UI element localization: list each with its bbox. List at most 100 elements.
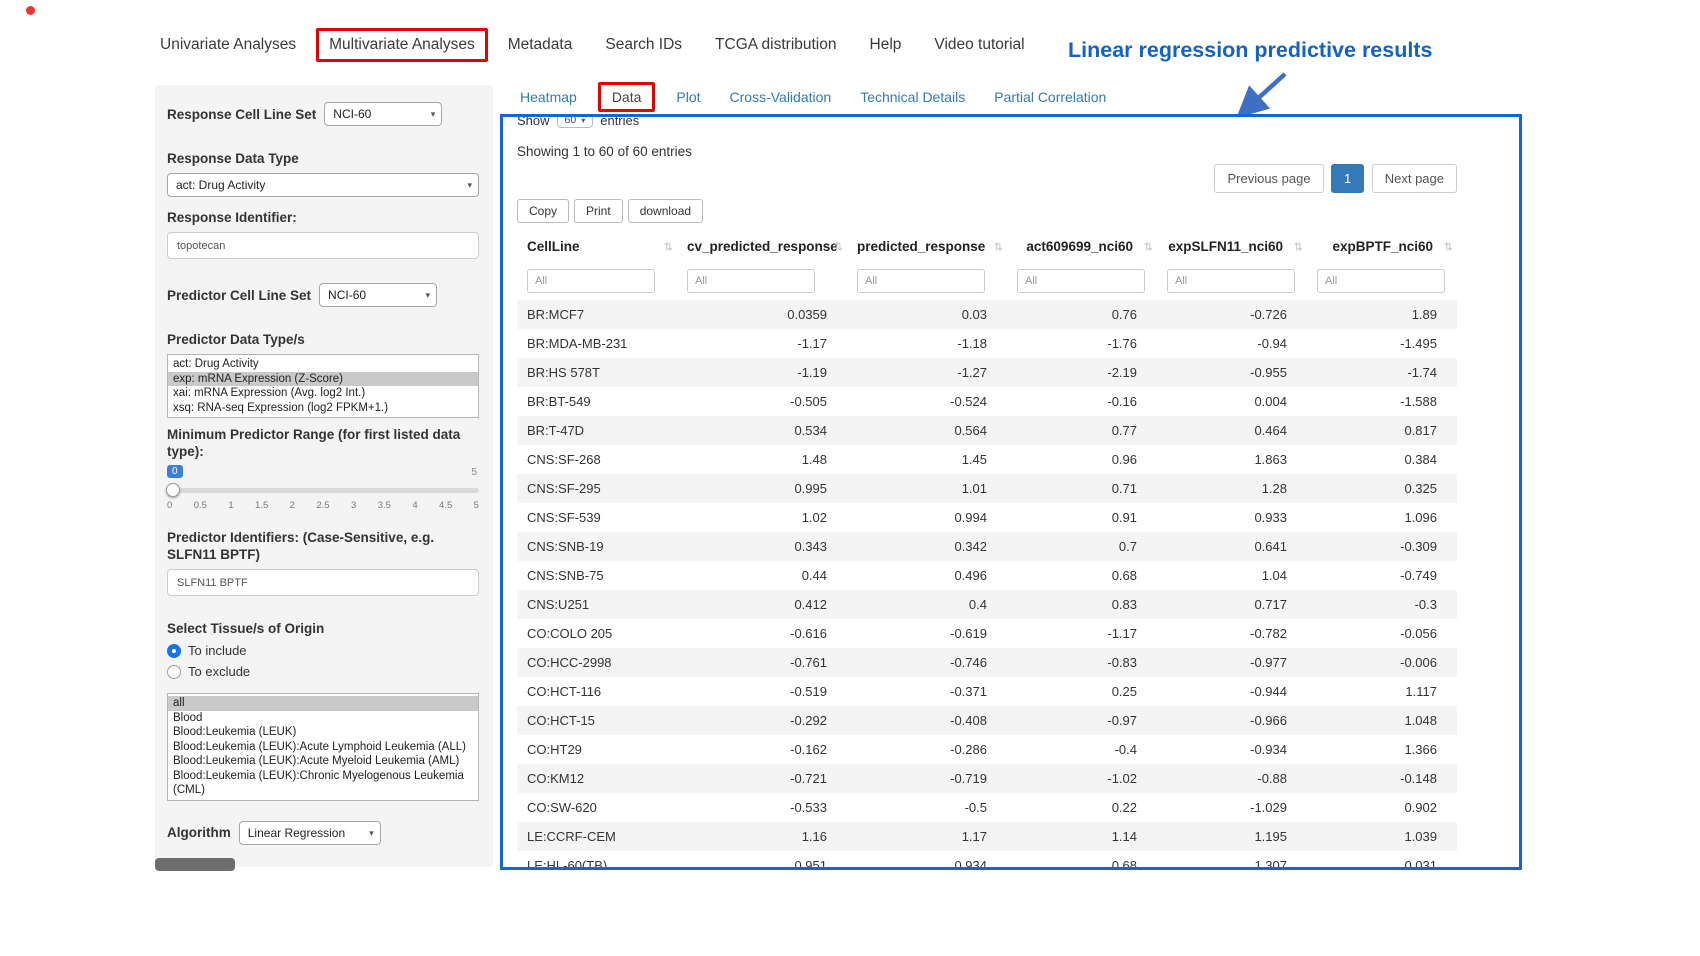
cell-value: 0.412 [677, 590, 847, 619]
download-button[interactable]: download [628, 199, 703, 223]
cell-value: -0.616 [677, 619, 847, 648]
export-buttons: CopyPrintdownload [517, 199, 1505, 223]
tab-data[interactable]: Data [598, 82, 656, 112]
table-row: BR:MCF70.03590.030.76-0.7261.89 [517, 300, 1457, 329]
previous-page-button[interactable]: Previous page [1214, 164, 1323, 193]
nav-item-univariate-analyses[interactable]: Univariate Analyses [160, 36, 296, 54]
next-page-button[interactable]: Next page [1372, 164, 1457, 193]
table-row: CNS:SNB-190.3430.3420.70.641-0.309 [517, 532, 1457, 561]
listbox-option-xsq-rna-seq-expression-log2-fpkm-1[interactable]: xsq: RNA-seq Expression (log2 FPKM+1.) [168, 401, 478, 416]
filter-cell [1157, 262, 1307, 300]
slider-track[interactable] [167, 488, 479, 493]
cell-value: 0.25 [1007, 677, 1157, 706]
column-label: cv_predicted_response [687, 239, 838, 254]
predictor-cell-line-set-select[interactable]: NCI-60 ▾ [319, 283, 437, 307]
cropped-element [155, 858, 235, 871]
chevron-down-icon: ▾ [426, 284, 431, 306]
sort-icon: ⇅ [834, 240, 843, 253]
column-filter-act609699-nci60[interactable] [1017, 269, 1145, 293]
page-1-button[interactable]: 1 [1331, 164, 1364, 193]
cell-value: 1.048 [1307, 706, 1457, 735]
nav-item-video-tutorial[interactable]: Video tutorial [934, 36, 1024, 54]
column-header-predicted-response[interactable]: predicted_response⇅ [847, 231, 1007, 262]
cell-value: 0.77 [1007, 416, 1157, 445]
tissue-listbox: allBloodBlood:Leukemia (LEUK)Blood:Leuke… [167, 693, 479, 801]
slider-tick-label: 2 [290, 500, 295, 511]
cell-value: -0.94 [1157, 329, 1307, 358]
column-filter-cellline[interactable] [527, 269, 655, 293]
slider-handle[interactable] [166, 483, 180, 497]
column-filter-predicted-response[interactable] [857, 269, 985, 293]
listbox-option-act-drug-activity[interactable]: act: Drug Activity [168, 357, 478, 372]
table-row: CO:KM12-0.721-0.719-1.02-0.88-0.148 [517, 764, 1457, 793]
tissue-listbox-group: allBloodBlood:Leukemia (LEUK)Blood:Leuke… [167, 693, 479, 801]
cell-line-name: LE:HL-60(TB) [517, 851, 677, 870]
print-button[interactable]: Print [574, 199, 623, 223]
column-label: expBPTF_nci60 [1332, 239, 1433, 254]
listbox-option-blood-leukemia-leuk[interactable]: Blood:Leukemia (LEUK) [168, 725, 478, 740]
tab-partial-correlation[interactable]: Partial Correlation [994, 89, 1106, 105]
listbox-option-blood-leukemia-leuk-acute-lymphoid-leuke[interactable]: Blood:Leukemia (LEUK):Acute Lymphoid Leu… [168, 740, 478, 755]
table-row: CNS:SF-5391.020.9940.910.9331.096 [517, 503, 1457, 532]
column-header-cv-predicted-response[interactable]: cv_predicted_response⇅ [677, 231, 847, 262]
radio-to-include[interactable]: To include [167, 643, 479, 658]
cell-value: -0.371 [847, 677, 1007, 706]
listbox-option-blood-leukemia-leuk-acute-myeloid-leukem[interactable]: Blood:Leukemia (LEUK):Acute Myeloid Leuk… [168, 754, 478, 769]
tissue-origin-group: Select Tissue/s of Origin To includeTo e… [167, 620, 479, 679]
response-identifier-input[interactable] [167, 232, 479, 259]
tab-plot[interactable]: Plot [676, 89, 700, 105]
predictor-cell-line-set-group: Predictor Cell Line Set NCI-60 ▾ [167, 283, 479, 307]
cell-line-name: CO:SW-620 [517, 793, 677, 822]
column-header-cellline[interactable]: CellLine⇅ [517, 231, 677, 262]
cell-value: 0.22 [1007, 793, 1157, 822]
cell-value: -0.749 [1307, 561, 1457, 590]
copy-button[interactable]: Copy [517, 199, 569, 223]
filter-cell [847, 262, 1007, 300]
nav-item-search-ids[interactable]: Search IDs [605, 36, 682, 54]
radio-to-exclude[interactable]: To exclude [167, 664, 479, 679]
column-header-expslfn11-nci60[interactable]: expSLFN11_nci60⇅ [1157, 231, 1307, 262]
predictor-identifiers-input[interactable] [167, 569, 479, 596]
response-identifier-group: Response Identifier: [167, 209, 479, 259]
column-header-act609699-nci60[interactable]: act609699_nci60⇅ [1007, 231, 1157, 262]
table-row: LE:CCRF-CEM1.161.171.141.1951.039 [517, 822, 1457, 851]
listbox-option-xai-mrna-expression-avg-log2-int[interactable]: xai: mRNA Expression (Avg. log2 Int.) [168, 386, 478, 401]
nav-item-multivariate-analyses[interactable]: Multivariate Analyses [316, 28, 488, 62]
nav-item-metadata[interactable]: Metadata [508, 36, 573, 54]
listbox-option-all[interactable]: all [168, 696, 478, 711]
radio-icon [167, 644, 181, 658]
sort-icon: ⇅ [994, 240, 1003, 253]
table-row: CO:COLO 205-0.616-0.619-1.17-0.782-0.056 [517, 619, 1457, 648]
cell-value: 1.28 [1157, 474, 1307, 503]
algorithm-select[interactable]: Linear Regression ▾ [239, 821, 381, 845]
listbox-option-blood-leukemia-leuk-chronic-myelogenous-[interactable]: Blood:Leukemia (LEUK):Chronic Myelogenou… [168, 769, 478, 798]
cell-value: 0.325 [1307, 474, 1457, 503]
tab-bar: HeatmapDataPlotCross-ValidationTechnical… [520, 89, 1106, 105]
radio-label: To exclude [188, 664, 250, 679]
cell-value: 0.934 [847, 851, 1007, 870]
results-panel: Show 60 ▾ entries Showing 1 to 60 of 60 … [500, 114, 1522, 870]
cell-line-name: BR:HS 578T [517, 358, 677, 387]
response-data-type-select[interactable]: act: Drug Activity ▾ [167, 173, 479, 197]
column-filter-cv-predicted-response[interactable] [687, 269, 815, 293]
nav-item-tcga-distribution[interactable]: TCGA distribution [715, 36, 836, 54]
listbox-option-blood[interactable]: Blood [168, 711, 478, 726]
listbox-option-exp-mrna-expression-z-score[interactable]: exp: mRNA Expression (Z-Score) [168, 372, 478, 387]
entries-count-select[interactable]: 60 ▾ [557, 114, 594, 128]
column-filter-expbptf-nci60[interactable] [1317, 269, 1445, 293]
predictor-identifiers-group: Predictor Identifiers: (Case-Sensitive, … [167, 529, 479, 596]
response-cell-line-set-select[interactable]: NCI-60 ▾ [324, 102, 442, 126]
tab-heatmap[interactable]: Heatmap [520, 89, 577, 105]
table-row: CO:HCT-15-0.292-0.408-0.97-0.9661.048 [517, 706, 1457, 735]
tab-technical-details[interactable]: Technical Details [860, 89, 965, 105]
cell-value: 0.0359 [677, 300, 847, 329]
cell-value: 0.717 [1157, 590, 1307, 619]
cell-value: 0.342 [847, 532, 1007, 561]
cell-value: 1.01 [847, 474, 1007, 503]
nav-item-help[interactable]: Help [870, 36, 902, 54]
column-header-expbptf-nci60[interactable]: expBPTF_nci60⇅ [1307, 231, 1457, 262]
column-filter-expslfn11-nci60[interactable] [1167, 269, 1295, 293]
predictor-data-type-group: Predictor Data Type/s act: Drug Activity… [167, 331, 479, 418]
cell-value: -0.056 [1307, 619, 1457, 648]
tab-cross-validation[interactable]: Cross-Validation [730, 89, 832, 105]
